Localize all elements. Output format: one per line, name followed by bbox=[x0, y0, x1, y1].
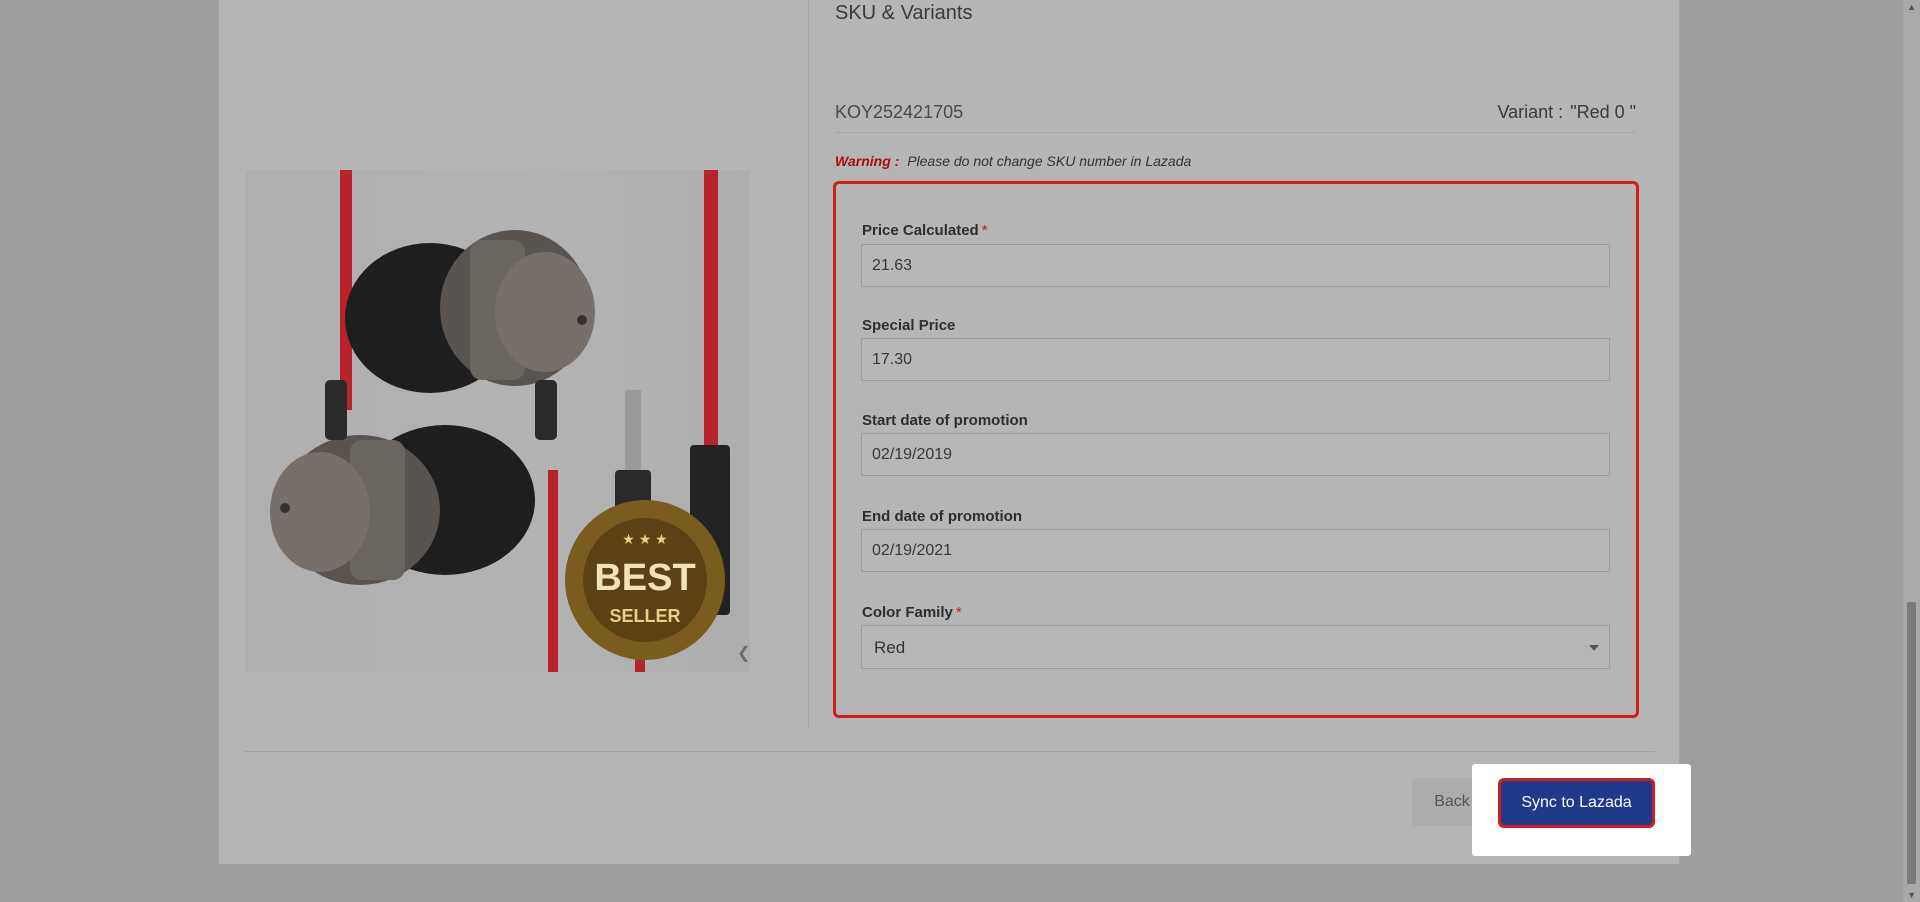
warning-label: Warning : bbox=[835, 153, 900, 169]
scroll-down-icon[interactable]: ▼ bbox=[1907, 890, 1916, 900]
sync-to-lazada-button[interactable]: Sync to Lazada bbox=[1498, 778, 1655, 828]
variant-info: Variant : "Red 0 " bbox=[1497, 102, 1636, 123]
scrollbar[interactable]: ▲ ▼ bbox=[1903, 0, 1920, 902]
badge-stars: ★ ★ ★ bbox=[622, 531, 667, 547]
color-family-label: Color Family * bbox=[862, 604, 962, 621]
end-date-input[interactable] bbox=[861, 529, 1610, 572]
price-calculated-input[interactable] bbox=[861, 244, 1610, 287]
product-image: ★ ★ ★ BEST SELLER bbox=[245, 170, 750, 672]
price-calculated-label: Price Calculated * bbox=[862, 222, 988, 239]
footer-divider bbox=[245, 751, 1655, 752]
start-date-label: Start date of promotion bbox=[862, 412, 1028, 429]
badge-text: BEST bbox=[594, 557, 695, 599]
special-price-label: Special Price bbox=[862, 317, 956, 334]
scroll-up-icon[interactable]: ▲ bbox=[1907, 2, 1916, 12]
sku-row: KOY252421705 Variant : "Red 0 " bbox=[835, 98, 1636, 133]
variant-label: Variant : bbox=[1497, 102, 1564, 122]
required-marker: * bbox=[981, 222, 988, 239]
end-date-label: End date of promotion bbox=[862, 508, 1022, 525]
sku-code: KOY252421705 bbox=[835, 102, 964, 122]
badge-subtext: SELLER bbox=[609, 606, 680, 626]
warning-message: Warning : Please do not change SKU numbe… bbox=[835, 153, 1191, 169]
special-price-input[interactable] bbox=[861, 338, 1610, 381]
caret-down-icon bbox=[1589, 645, 1599, 651]
scrollbar-thumb[interactable] bbox=[1907, 602, 1916, 884]
variant-value: "Red 0 " bbox=[1570, 102, 1636, 122]
color-family-select[interactable]: Red bbox=[861, 625, 1610, 669]
required-marker: * bbox=[955, 604, 962, 621]
column-divider bbox=[808, 0, 809, 728]
page-title: SKU & Variants bbox=[835, 2, 973, 24]
color-family-value: Red bbox=[874, 638, 906, 657]
chevron-left-icon[interactable]: ❮ bbox=[737, 643, 750, 663]
start-date-input[interactable] bbox=[861, 433, 1610, 476]
warning-text: Please do not change SKU number in Lazad… bbox=[907, 153, 1192, 169]
